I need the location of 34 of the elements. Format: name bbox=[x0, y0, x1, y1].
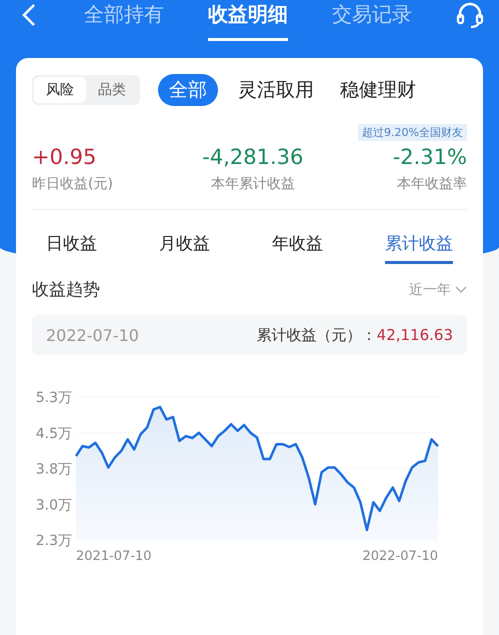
date-text: 2022-07-10 bbox=[46, 326, 140, 344]
total-label: 累计收益（元）： bbox=[256, 326, 377, 344]
back-icon[interactable] bbox=[22, 3, 36, 27]
stat-value: -2.31% bbox=[392, 145, 467, 169]
headset-icon[interactable] bbox=[455, 1, 485, 29]
axis-label: 5.3万 bbox=[36, 390, 72, 406]
section-title: 收益趋势 bbox=[32, 279, 100, 301]
nav-tab[interactable]: 全部持有 bbox=[84, 1, 164, 41]
stat-label: 本年收益率 bbox=[396, 175, 467, 193]
axis-label: 2021-07-10 bbox=[76, 549, 152, 560]
period-tab[interactable]: 月收益 bbox=[159, 228, 210, 264]
period-tab[interactable]: 日收益 bbox=[46, 228, 97, 264]
period-tab[interactable]: 年收益 bbox=[272, 228, 323, 264]
rank-badge: 超过9.20%全国财友 bbox=[358, 124, 467, 141]
axis-label: 3.0万 bbox=[36, 497, 72, 514]
total-value: 42,116.63 bbox=[376, 326, 453, 344]
stat-label: 本年累计收益 bbox=[210, 175, 295, 193]
nav-tab[interactable]: 交易记录 bbox=[332, 1, 412, 41]
category-tab[interactable]: 灵活取用 bbox=[232, 74, 320, 106]
axis-label: 3.8万 bbox=[36, 462, 72, 478]
axis-label: 2022-07-10 bbox=[362, 549, 438, 560]
category-tab[interactable]: 稳健理财 bbox=[334, 74, 422, 106]
period-tab[interactable]: 累计收益 bbox=[385, 228, 453, 264]
axis-label: 4.5万 bbox=[36, 426, 72, 442]
range-dropdown[interactable]: 近一年 bbox=[409, 280, 467, 298]
stat-value: -4,281.36 bbox=[202, 145, 304, 169]
nav-tab[interactable]: 收益明细 bbox=[208, 1, 288, 41]
category-tab[interactable]: 全部 bbox=[158, 74, 218, 106]
stat-label: 昨日收益(元) bbox=[32, 175, 113, 193]
chevron-icon bbox=[455, 286, 467, 294]
segment-tab[interactable]: 风险 bbox=[34, 77, 86, 103]
segment-tab[interactable]: 品类 bbox=[86, 77, 138, 103]
stat-value: +0.95 bbox=[32, 145, 98, 169]
axis-label: 2.3万 bbox=[36, 533, 72, 549]
